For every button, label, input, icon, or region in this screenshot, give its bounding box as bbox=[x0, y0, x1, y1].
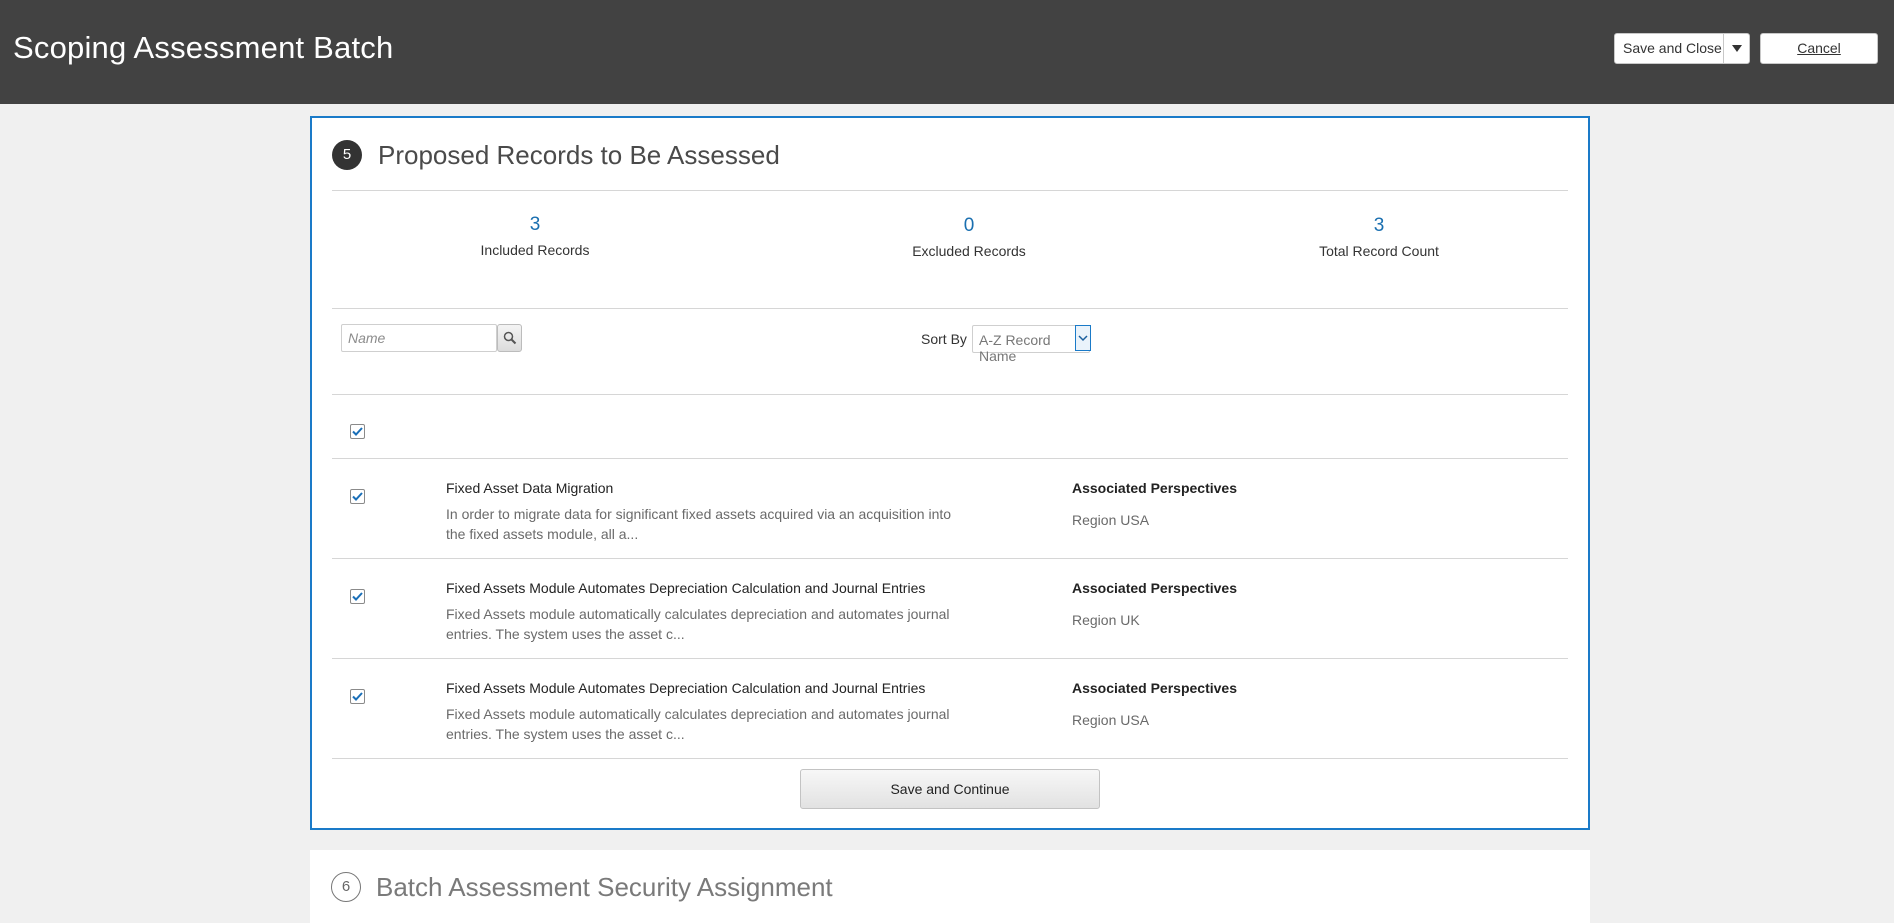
excluded-records-label: Excluded Records bbox=[912, 243, 1026, 259]
page-title: Scoping Assessment Batch bbox=[13, 30, 394, 65]
step-6-panel[interactable]: 6 Batch Assessment Security Assignment bbox=[310, 850, 1590, 923]
record-description-line: Fixed Assets module automatically calcul… bbox=[446, 706, 950, 722]
record-title[interactable]: Fixed Asset Data Migration bbox=[446, 480, 613, 496]
caret-down-icon bbox=[1731, 45, 1742, 52]
associated-perspectives-label: Associated Perspectives bbox=[1072, 480, 1237, 496]
record-description-line: entries. The system uses the asset c... bbox=[446, 626, 685, 642]
chevron-down-icon bbox=[1078, 335, 1088, 342]
record-title[interactable]: Fixed Assets Module Automates Depreciati… bbox=[446, 680, 925, 696]
select-all-checkbox[interactable] bbox=[350, 424, 365, 439]
section-title[interactable]: Batch Assessment Security Assignment bbox=[376, 872, 833, 903]
excluded-records-stat: 0 Excluded Records bbox=[869, 215, 1069, 259]
associated-perspective-value: Region USA bbox=[1072, 712, 1150, 728]
record-description: In order to migrate data for significant… bbox=[446, 504, 966, 544]
divider bbox=[332, 308, 1568, 309]
divider bbox=[332, 558, 1568, 559]
total-record-count-label: Total Record Count bbox=[1319, 243, 1439, 259]
sort-dropdown-toggle[interactable] bbox=[1075, 325, 1091, 351]
record-checkbox[interactable] bbox=[350, 589, 365, 604]
name-search bbox=[341, 324, 522, 352]
section-title: Proposed Records to Be Assessed bbox=[378, 140, 780, 170]
checkmark-icon bbox=[352, 427, 363, 436]
record-description-line: In order to migrate data for significant… bbox=[446, 506, 952, 522]
search-icon bbox=[503, 331, 516, 345]
sort-by-value: A-Z Record Name bbox=[979, 332, 1051, 364]
record-checkbox[interactable] bbox=[350, 689, 365, 704]
step-5-panel: 5 Proposed Records to Be Assessed 3 Incl… bbox=[310, 116, 1590, 830]
associated-perspective-value: Region UK bbox=[1072, 612, 1140, 628]
total-records-stat: 3 Total Record Count bbox=[1279, 215, 1479, 259]
save-and-close-label[interactable]: Save and Close bbox=[1615, 34, 1723, 63]
save-options-dropdown[interactable] bbox=[1723, 34, 1749, 63]
save-and-continue-button[interactable]: Save and Continue bbox=[800, 769, 1100, 809]
record-checkbox[interactable] bbox=[350, 489, 365, 504]
checkmark-icon bbox=[352, 592, 363, 601]
record-description-line: Fixed Assets module automatically calcul… bbox=[446, 606, 950, 622]
associated-perspectives-label: Associated Perspectives bbox=[1072, 580, 1237, 596]
total-record-count[interactable]: 3 bbox=[1279, 215, 1479, 237]
search-button[interactable] bbox=[497, 324, 522, 352]
name-search-input[interactable] bbox=[341, 324, 497, 352]
included-records-stat: 3 Included Records bbox=[435, 214, 635, 258]
checkmark-icon bbox=[352, 692, 363, 701]
divider bbox=[332, 658, 1568, 659]
checkmark-icon bbox=[352, 492, 363, 501]
save-and-close-button[interactable]: Save and Close bbox=[1614, 33, 1750, 64]
associated-perspective-value: Region USA bbox=[1072, 512, 1150, 528]
associated-perspectives-label: Associated Perspectives bbox=[1072, 680, 1237, 696]
divider bbox=[332, 394, 1568, 395]
divider bbox=[332, 758, 1568, 759]
record-description: Fixed Assets module automatically calcul… bbox=[446, 604, 966, 644]
record-description-line: entries. The system uses the asset c... bbox=[446, 726, 685, 742]
sort-by-label: Sort By bbox=[921, 331, 967, 347]
record-description-line: the fixed assets module, all a... bbox=[446, 526, 639, 542]
record-title[interactable]: Fixed Assets Module Automates Depreciati… bbox=[446, 580, 925, 596]
divider bbox=[332, 458, 1568, 459]
included-records-label: Included Records bbox=[480, 242, 590, 258]
step-number-badge: 6 bbox=[331, 872, 361, 902]
page-header: Scoping Assessment Batch Save and Close … bbox=[0, 0, 1894, 104]
excluded-records-count[interactable]: 0 bbox=[869, 215, 1069, 237]
cancel-button[interactable]: Cancel bbox=[1760, 33, 1878, 64]
divider bbox=[332, 190, 1568, 191]
sort-by-select[interactable]: A-Z Record Name bbox=[972, 325, 1091, 364]
step-number-badge: 5 bbox=[332, 140, 362, 170]
record-description: Fixed Assets module automatically calcul… bbox=[446, 704, 966, 744]
included-records-count[interactable]: 3 bbox=[435, 214, 635, 236]
